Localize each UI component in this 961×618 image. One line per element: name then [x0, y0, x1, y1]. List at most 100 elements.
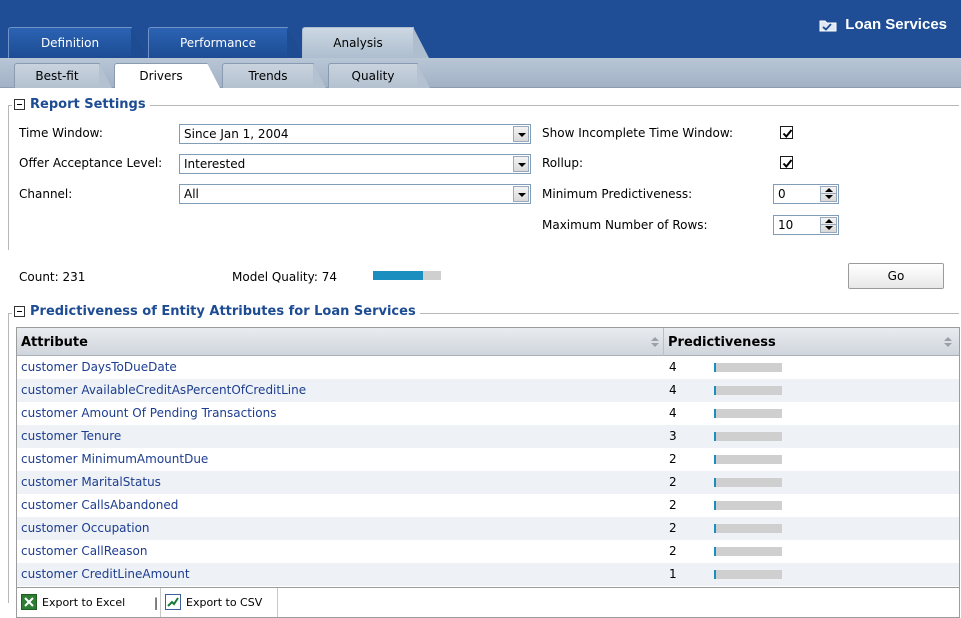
predictiveness-bar-fill — [714, 455, 716, 464]
sort-icon[interactable] — [944, 337, 952, 347]
predictiveness-bar-fill — [714, 501, 716, 510]
brand: Loan Services — [819, 16, 947, 33]
table-row[interactable]: customer AvailableCreditAsPercentOfCredi… — [17, 379, 959, 402]
predictiveness-bar — [714, 570, 782, 579]
predictiveness-frame-left — [8, 313, 9, 603]
attribute-link[interactable]: customer MinimumAmountDue — [21, 452, 208, 466]
tab-drivers[interactable]: Drivers — [114, 63, 220, 88]
table-row[interactable]: customer Tenure 3 — [17, 425, 959, 448]
table-row[interactable]: customer Amount Of Pending Transactions 4 — [17, 402, 959, 425]
report-settings-title: Report Settings — [30, 97, 146, 112]
incomplete-window-checkbox[interactable] — [780, 126, 793, 139]
predictiveness-bar-fill — [714, 386, 717, 395]
table-row[interactable]: customer CallReason 2 — [17, 540, 959, 563]
predictiveness-value: 2 — [669, 452, 677, 466]
column-header-attribute[interactable]: Attribute — [17, 328, 663, 356]
predictiveness-value: 1 — [669, 567, 677, 581]
export-csv-button[interactable]: Export to CSV — [165, 594, 262, 610]
predictiveness-bar — [714, 547, 782, 556]
collapse-icon[interactable] — [14, 99, 25, 110]
min-predictiveness-label: Minimum Predictiveness: — [542, 187, 693, 201]
table-row[interactable]: customer CreditLineAmount 1 — [17, 563, 959, 586]
tab-analysis[interactable]: Analysis — [302, 27, 429, 58]
toolbar-separator: | — [154, 596, 159, 610]
predictiveness-table: Attribute Predictiveness customer DaysTo… — [16, 327, 960, 588]
checkmark-icon — [782, 159, 793, 169]
rollup-checkbox[interactable] — [780, 156, 793, 169]
predictiveness-bar-fill — [714, 409, 717, 418]
predictiveness-bar-fill — [714, 363, 717, 372]
model-quality-fill — [373, 271, 424, 280]
predictiveness-value: 2 — [669, 544, 677, 558]
table-row[interactable]: customer CallsAbandoned 2 — [17, 494, 959, 517]
channel-value: All — [184, 187, 199, 201]
predictiveness-value: 2 — [669, 521, 677, 535]
attribute-link[interactable]: customer Amount Of Pending Transactions — [21, 406, 276, 420]
predictiveness-value: 4 — [669, 406, 677, 420]
offer-acceptance-select[interactable]: Interested — [179, 154, 531, 174]
tab-definition[interactable]: Definition — [8, 27, 147, 58]
rollup-label: Rollup: — [542, 156, 584, 170]
channel-select[interactable]: All — [179, 184, 531, 204]
export-toolbar: Export to Excel | Export to CSV — [16, 588, 960, 618]
dropdown-arrow-icon[interactable] — [513, 126, 529, 142]
table-row[interactable]: customer MaritalStatus 2 — [17, 471, 959, 494]
predictiveness-value: 4 — [669, 383, 677, 397]
tab-trends[interactable]: Trends — [222, 63, 326, 88]
count-text: Count: 231 — [19, 270, 86, 284]
attribute-link[interactable]: customer CreditLineAmount — [21, 567, 190, 581]
sub-tab-bar: Best-fit Drivers Trends Quality — [0, 58, 961, 88]
brand-title: Loan Services — [845, 16, 947, 33]
time-window-select[interactable]: Since Jan 1, 2004 — [179, 124, 531, 144]
incomplete-window-label: Show Incomplete Time Window: — [542, 126, 734, 140]
checkmark-icon — [782, 129, 793, 139]
attribute-link[interactable]: customer CallReason — [21, 544, 147, 558]
table-row[interactable]: customer MinimumAmountDue 2 — [17, 448, 959, 471]
collapse-icon[interactable] — [14, 306, 25, 317]
model-quality-text: Model Quality: 74 — [232, 270, 337, 284]
dropdown-arrow-icon[interactable] — [513, 156, 529, 172]
attribute-link[interactable]: customer AvailableCreditAsPercentOfCredi… — [21, 383, 306, 397]
table-row[interactable]: customer DaysToDueDate 4 — [17, 356, 959, 379]
attribute-link[interactable]: customer Tenure — [21, 429, 121, 443]
max-rows-stepper[interactable]: 10 — [773, 215, 839, 235]
offer-acceptance-label: Offer Acceptance Level: — [19, 156, 163, 170]
attribute-link[interactable]: customer Occupation — [21, 521, 150, 535]
spin-up-icon[interactable] — [821, 187, 836, 194]
sort-icon[interactable] — [651, 337, 659, 347]
predictiveness-bar-fill — [714, 570, 716, 579]
dropdown-arrow-icon[interactable] — [513, 186, 529, 202]
predictiveness-value: 3 — [669, 429, 677, 443]
predictiveness-header[interactable]: Predictiveness of Entity Attributes for … — [12, 304, 420, 319]
export-excel-button[interactable]: Export to Excel — [21, 594, 125, 610]
attribute-link[interactable]: customer CallsAbandoned — [21, 498, 178, 512]
min-predictiveness-stepper[interactable]: 0 — [773, 184, 839, 204]
spin-up-icon[interactable] — [821, 218, 836, 225]
predictiveness-value: 2 — [669, 475, 677, 489]
go-button[interactable]: Go — [848, 263, 944, 289]
table-row[interactable]: customer Occupation 2 — [17, 517, 959, 540]
min-predictiveness-value: 0 — [778, 187, 786, 201]
predictiveness-bar-fill — [714, 524, 716, 533]
report-settings-header[interactable]: Report Settings — [12, 97, 150, 112]
spin-down-icon[interactable] — [821, 225, 836, 232]
app-header: Loan Services Definition Performance Ana… — [0, 0, 961, 58]
time-window-label: Time Window: — [19, 126, 103, 140]
predictiveness-bar-fill — [714, 547, 716, 556]
predictiveness-bar — [714, 524, 782, 533]
column-header-predictiveness[interactable]: Predictiveness — [663, 328, 959, 356]
spin-down-icon[interactable] — [821, 194, 836, 201]
tab-quality[interactable]: Quality — [328, 63, 430, 88]
predictiveness-bar — [714, 501, 782, 510]
offer-acceptance-value: Interested — [184, 157, 246, 171]
table-header: Attribute Predictiveness — [17, 328, 959, 356]
predictiveness-value: 2 — [669, 498, 677, 512]
tab-performance[interactable]: Performance — [148, 27, 303, 58]
tab-best-fit[interactable]: Best-fit — [14, 63, 112, 88]
predictiveness-bar — [714, 478, 782, 487]
attribute-link[interactable]: customer MaritalStatus — [21, 475, 161, 489]
attribute-link[interactable]: customer DaysToDueDate — [21, 360, 177, 374]
folder-check-icon — [819, 18, 837, 32]
predictiveness-bar-fill — [714, 432, 716, 441]
channel-label: Channel: — [19, 187, 73, 201]
